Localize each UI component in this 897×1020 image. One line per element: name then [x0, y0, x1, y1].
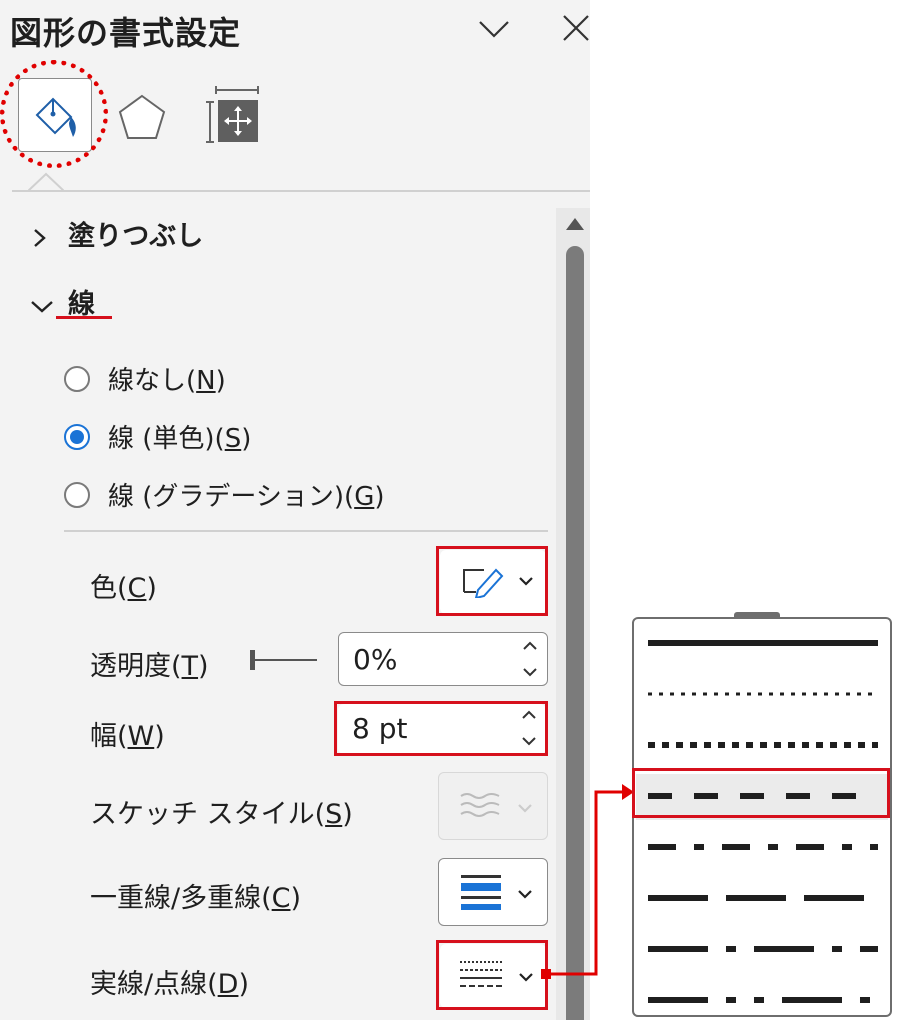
slider-track [255, 659, 317, 661]
transparency-value[interactable]: 0% [353, 643, 397, 676]
close-icon [563, 15, 589, 41]
highlight-circle [0, 60, 108, 168]
pane-options-button[interactable] [474, 8, 514, 48]
options-divider [64, 530, 548, 532]
radio-label: 線 (単色)(S) [108, 424, 252, 454]
spinner-arrows-icon[interactable] [521, 639, 539, 681]
dash-type-label: 実線/点線(D) [90, 969, 249, 1000]
fill-section-header[interactable]: 塗りつぶし [30, 214, 203, 253]
radio-button[interactable] [64, 481, 90, 508]
close-pane-button[interactable] [556, 8, 590, 48]
highlight-box-dash [436, 940, 548, 1010]
sketch-style-dropdown [438, 772, 548, 840]
transparency-label: 透明度(T) [90, 651, 209, 682]
chevron-down-icon [518, 804, 532, 813]
scroll-up-arrow-icon[interactable] [565, 216, 585, 232]
chevron-down-icon [31, 300, 53, 313]
fill-section-label: 塗りつぶし [68, 221, 204, 252]
size-layout-icon[interactable] [206, 84, 266, 148]
sketch-lines-icon [460, 793, 500, 817]
sketch-style-label: スケッチ スタイル(S) [90, 799, 353, 830]
format-shape-pane: 図形の書式設定 塗りつぶし 線 線なし(N) 線 (単色)(S) 線 (グラデー… [0, 0, 590, 1020]
highlight-box-width [334, 701, 548, 756]
radio-button[interactable] [64, 423, 90, 450]
compound-type-label: 一重線/多重線(C) [90, 883, 302, 914]
pane-title: 図形の書式設定 [10, 14, 242, 52]
tabs-separator [12, 190, 590, 192]
tab-pointer [28, 172, 64, 192]
chevron-right-icon [34, 228, 46, 247]
highlight-box-selected-dash [632, 768, 890, 818]
radio-button[interactable] [64, 365, 90, 392]
highlight-box-color [436, 546, 548, 616]
compound-type-dropdown[interactable] [438, 858, 548, 926]
width-label: 幅(W) [90, 721, 165, 752]
compound-lines-icon [461, 875, 501, 910]
radio-no-line[interactable]: 線なし(N) [64, 360, 226, 397]
radio-gradient-line[interactable]: 線 (グラデーション)(G) [64, 476, 385, 513]
pentagon-effects-icon[interactable] [114, 90, 170, 146]
transparency-slider[interactable] [250, 650, 320, 670]
color-label: 色(C) [90, 573, 157, 604]
callout-arrow [541, 784, 634, 979]
line-section-underline [56, 316, 112, 319]
radio-solid-line[interactable]: 線 (単色)(S) [64, 418, 251, 455]
radio-label: 線なし(N) [108, 366, 226, 396]
chevron-down-icon [518, 890, 532, 899]
chevron-down-icon [479, 21, 509, 38]
radio-label: 線 (グラデーション)(G) [108, 482, 385, 512]
transparency-spinner[interactable]: 0% [338, 632, 548, 686]
